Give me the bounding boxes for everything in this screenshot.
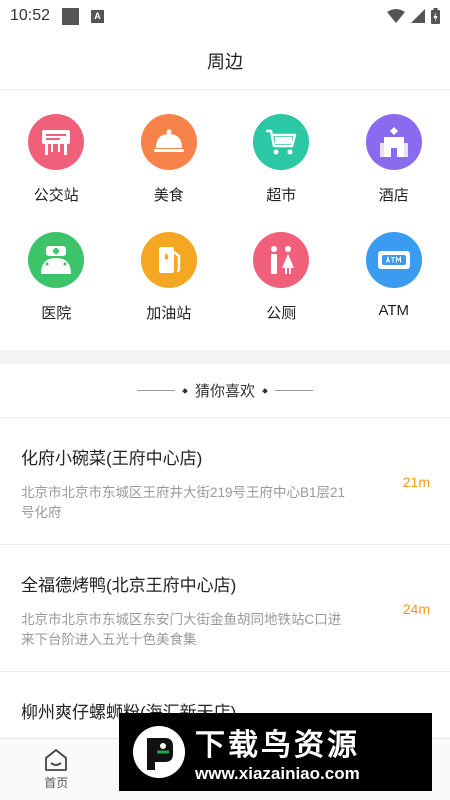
battery-icon bbox=[431, 8, 440, 24]
place-address: 北京市北京市东城区王府井大街219号王府中心B1层21号化府 bbox=[21, 485, 346, 520]
shopping-cart-icon bbox=[253, 114, 310, 170]
food-cloche-icon bbox=[140, 114, 197, 170]
place-name: 化府小碗菜(王府中心店) bbox=[21, 449, 203, 468]
category-atm[interactable]: ATM bbox=[338, 232, 450, 350]
guess-you-like-title: 猜你喜欢 bbox=[194, 383, 255, 400]
atm-icon bbox=[365, 232, 422, 288]
category-grid: 公交站 美食 超市 酒店 医院 加油站 公厕 ATM bbox=[0, 90, 450, 350]
decorative-diamond-icon bbox=[262, 387, 268, 394]
signal-icon bbox=[411, 9, 425, 23]
nav-label: 首页 bbox=[44, 776, 69, 790]
watermark-title: 下载鸟资源 bbox=[195, 729, 360, 762]
place-address: 北京市北京市东城区东安门大街金鱼胡同地铁站C口进来下台阶进入五光十色美食集 bbox=[21, 612, 342, 647]
header: 周边 bbox=[0, 32, 450, 90]
place-list-item[interactable]: 化府小碗菜(王府中心店) 北京市北京市东城区王府井大街219号王府中心B1层21… bbox=[0, 418, 450, 545]
category-restroom[interactable]: 公厕 bbox=[225, 232, 338, 350]
place-distance: 24m bbox=[402, 601, 430, 617]
hospital-icon bbox=[28, 232, 85, 288]
watermark-url: www.xiazainiao.com bbox=[195, 764, 360, 783]
bird-logo-icon bbox=[133, 726, 185, 778]
category-label: 酒店 bbox=[378, 187, 409, 204]
status-time: 10:52 bbox=[10, 7, 51, 24]
page-title: 周边 bbox=[207, 51, 243, 72]
notification-a-icon: A bbox=[91, 9, 105, 23]
status-bar: 10:52 A bbox=[0, 0, 450, 32]
category-bus-stop[interactable]: 公交站 bbox=[0, 114, 113, 232]
category-supermarket[interactable]: 超市 bbox=[225, 114, 338, 232]
category-label: 医院 bbox=[41, 305, 72, 322]
category-label: ATM bbox=[378, 302, 410, 319]
section-divider bbox=[0, 350, 450, 364]
category-hotel[interactable]: 酒店 bbox=[338, 114, 450, 232]
gas-station-icon bbox=[140, 232, 197, 288]
category-gas-station[interactable]: 加油站 bbox=[113, 232, 226, 350]
category-label: 公厕 bbox=[266, 305, 297, 322]
watermark-banner: 下载鸟资源 www.xiazainiao.com bbox=[119, 713, 432, 791]
guess-you-like-header: 猜你喜欢 bbox=[0, 364, 450, 418]
category-label: 公交站 bbox=[33, 187, 79, 204]
status-icons bbox=[387, 8, 440, 24]
category-label: 加油站 bbox=[146, 305, 192, 322]
category-hospital[interactable]: 医院 bbox=[0, 232, 113, 350]
nav-home[interactable]: 首页 bbox=[0, 739, 113, 800]
decorative-diamond-icon bbox=[182, 387, 188, 394]
bus-stop-icon bbox=[28, 114, 85, 170]
home-icon bbox=[45, 749, 68, 771]
place-distance: 21m bbox=[402, 474, 430, 490]
category-label: 超市 bbox=[266, 187, 297, 204]
category-food[interactable]: 美食 bbox=[113, 114, 226, 232]
place-name: 全福德烤鸭(北京王府中心店) bbox=[21, 576, 237, 595]
category-label: 美食 bbox=[153, 187, 184, 204]
restroom-icon bbox=[253, 232, 310, 288]
decorative-line bbox=[275, 390, 313, 391]
place-list-item[interactable]: 全福德烤鸭(北京王府中心店) 北京市北京市东城区东安门大街金鱼胡同地铁站C口进来… bbox=[0, 545, 450, 672]
wifi-icon bbox=[387, 9, 405, 23]
decorative-line bbox=[136, 390, 175, 391]
notification-square-icon bbox=[62, 7, 80, 25]
hotel-icon bbox=[365, 114, 422, 170]
